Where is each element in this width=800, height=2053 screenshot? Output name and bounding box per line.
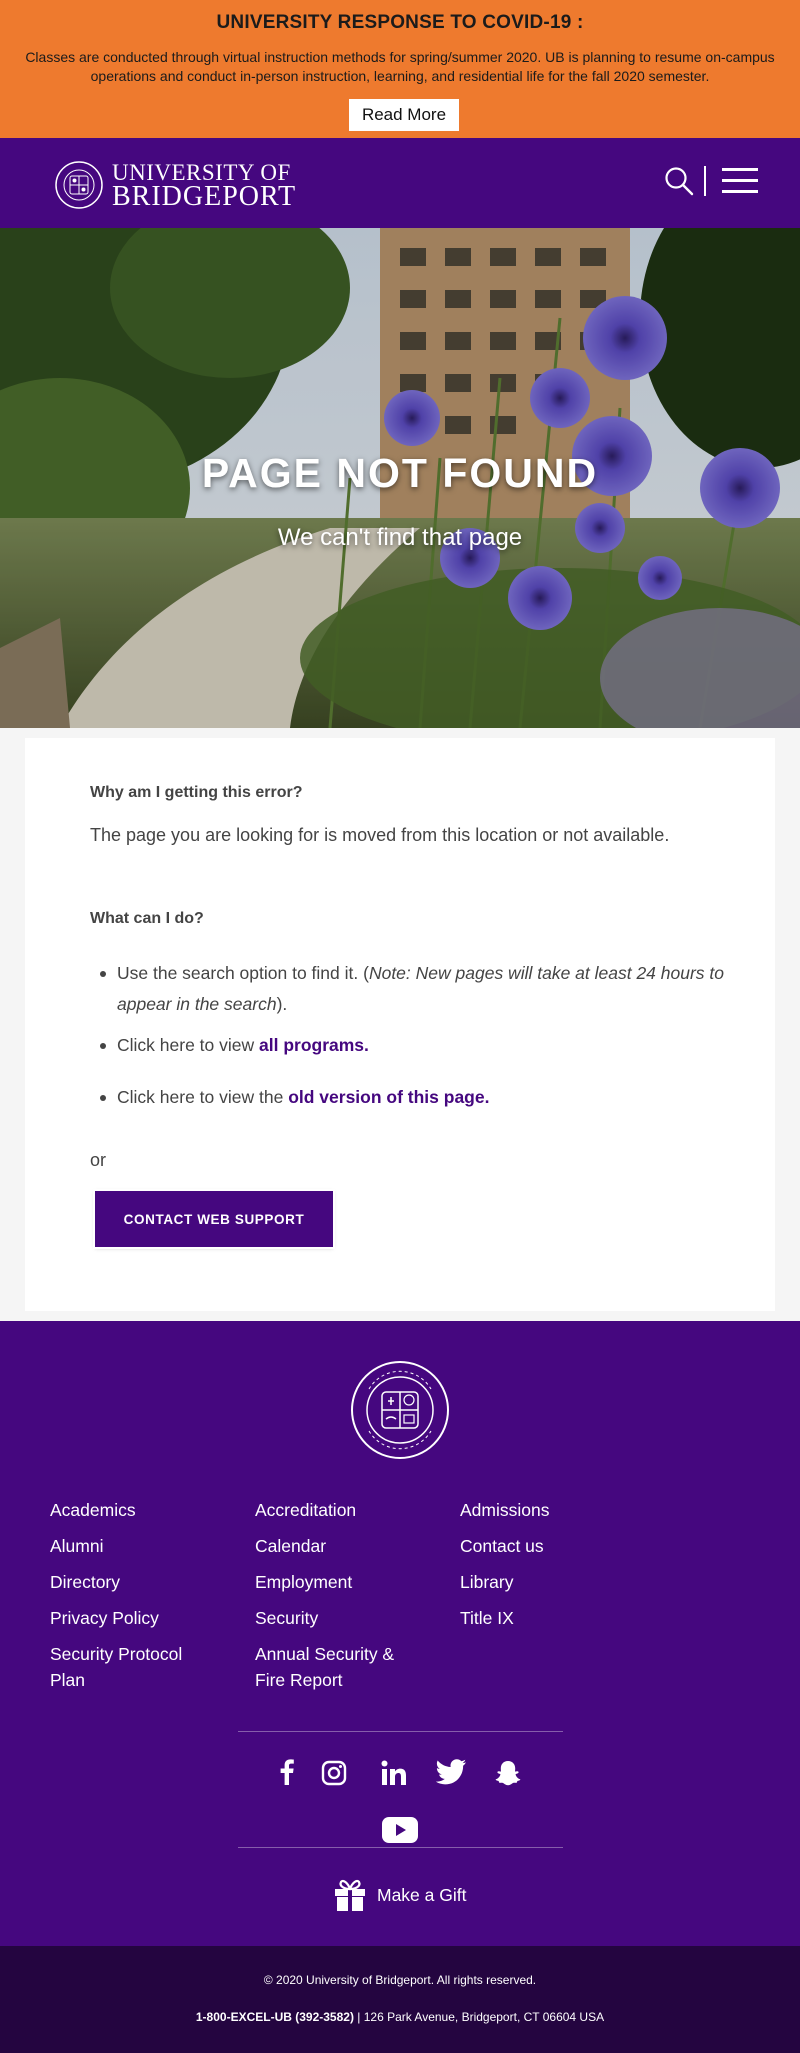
covid-banner-text: Classes are conducted through virtual in… [25, 49, 775, 84]
contact-info: 1-800-EXCEL-UB (392-3582) | 126 Park Ave… [0, 2010, 800, 2024]
suggestions-list: Use the search option to find it. (Note:… [90, 958, 730, 1113]
footer-link[interactable]: Accreditation [255, 1497, 425, 1523]
why-error-heading: Why am I getting this error? [90, 784, 303, 801]
site-header: UNIVERSITY OF BRIDGEPORT [0, 138, 800, 228]
university-seal-icon [55, 161, 103, 209]
old-version-link[interactable]: old version of this page. [288, 1087, 489, 1107]
logo-line-2: BRIDGEPORT [112, 181, 297, 212]
twitter-icon[interactable] [436, 1759, 466, 1785]
copyright-text: © 2020 University of Bridgeport. All rig… [263, 1973, 537, 1987]
hero-banner: PAGE NOT FOUND We can't find that page [0, 228, 800, 728]
linkedin-icon[interactable] [381, 1760, 407, 1786]
footer-divider [238, 1847, 563, 1848]
page-title: PAGE NOT FOUND [201, 450, 599, 496]
footer-link[interactable]: Contact us [460, 1533, 630, 1559]
footer-links-column-2: Accreditation Calendar Employment Security A… [255, 1497, 425, 1703]
header-divider [704, 166, 706, 196]
covid-banner-title: UNIVERSITY RESPONSE TO COVID-19 : [216, 12, 584, 33]
footer-link[interactable]: Privacy Policy [50, 1605, 220, 1631]
contact-web-support-button[interactable]: CONTACT WEB SUPPORT [95, 1191, 333, 1247]
list-item: Click here to view all programs. [90, 1030, 730, 1061]
phone-link[interactable]: 1-800-EXCEL-UB (392-3582) [196, 2010, 354, 2024]
list-item: Use the search option to find it. (Note:… [90, 958, 730, 1020]
footer-link[interactable]: Title IX [460, 1605, 630, 1631]
footer-link[interactable]: Security [255, 1605, 425, 1631]
university-seal-icon [351, 1361, 449, 1459]
covid-banner: UNIVERSITY RESPONSE TO COVID-19 : Classe… [0, 0, 800, 138]
page-subtitle: We can't find that page [277, 524, 523, 551]
or-label: or [90, 1150, 107, 1170]
instagram-icon[interactable] [321, 1760, 347, 1786]
read-more-button[interactable]: Read More [349, 99, 459, 131]
footer-link[interactable]: Calendar [255, 1533, 425, 1559]
error-info-card: Why am I getting this error? The page yo… [25, 738, 775, 1311]
all-programs-link[interactable]: all programs. [259, 1035, 369, 1055]
facebook-icon[interactable] [276, 1758, 296, 1786]
youtube-icon[interactable] [382, 1817, 418, 1843]
why-error-answer: The page you are looking for is moved fr… [90, 825, 670, 845]
footer-link[interactable]: Alumni [50, 1533, 220, 1559]
footer-link[interactable]: Admissions [460, 1497, 630, 1523]
make-a-gift-label: Make a Gift [377, 1884, 467, 1905]
make-a-gift-link[interactable]: Make a Gift [333, 1878, 466, 1912]
snapchat-icon[interactable] [494, 1759, 522, 1787]
menu-icon[interactable] [722, 168, 758, 194]
copyright-bar: © 2020 University of Bridgeport. All rig… [0, 1946, 800, 2053]
search-icon[interactable] [664, 166, 694, 196]
footer-divider [238, 1731, 563, 1732]
footer-link[interactable]: Academics [50, 1497, 220, 1523]
address-text: | 126 Park Avenue, Bridgeport, CT 06604 … [353, 2010, 605, 2024]
footer-link[interactable]: Annual Security & Fire Report [255, 1641, 425, 1693]
footer-link[interactable]: Security Protocol Plan [50, 1641, 220, 1693]
footer-link[interactable]: Directory [50, 1569, 220, 1595]
site-footer: Academics Alumni Directory Privacy Policy Se… [0, 1321, 800, 1946]
university-logo[interactable]: UNIVERSITY OF BRIDGEPORT [54, 160, 297, 212]
what-can-i-do-heading: What can I do? [90, 910, 204, 927]
footer-link[interactable]: Library [460, 1569, 630, 1595]
list-item: Click here to view the old version of th… [90, 1082, 730, 1113]
footer-link[interactable]: Employment [255, 1569, 425, 1595]
footer-links-column-3: Admissions Contact us Library Title IX [460, 1497, 630, 1641]
gift-icon [335, 1879, 365, 1911]
footer-links-column-1: Academics Alumni Directory Privacy Policy Se… [50, 1497, 220, 1703]
